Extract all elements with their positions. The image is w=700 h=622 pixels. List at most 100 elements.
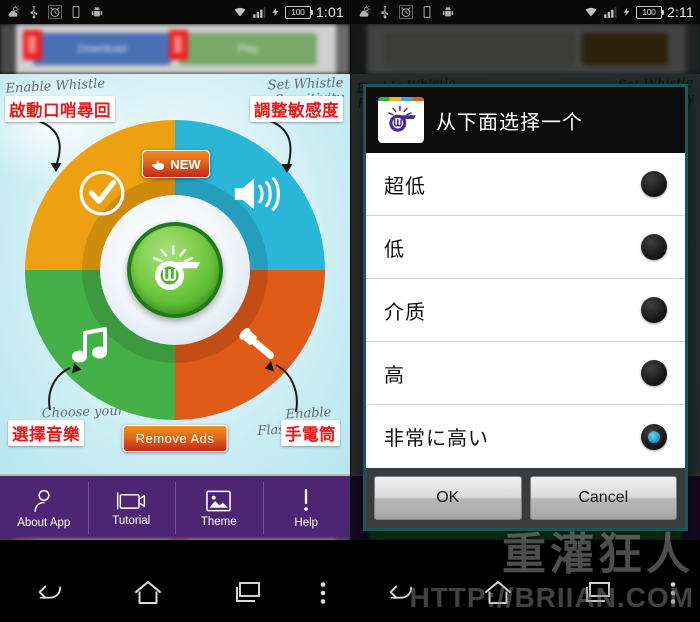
clock: 1:01 — [315, 4, 344, 20]
ad-play-label: Play — [237, 43, 259, 55]
ad-download-button[interactable]: Download — [23, 30, 171, 65]
charging-bolt-icon — [623, 7, 630, 17]
icon-color-strip — [378, 97, 424, 101]
dialog-option-row[interactable]: 超低 — [366, 153, 685, 216]
annotation-choose-sound: 選擇音樂 — [8, 420, 84, 446]
nav-back-button[interactable] — [0, 581, 99, 605]
toolbar-item-theme[interactable]: Theme — [175, 476, 263, 540]
top-ad-banner[interactable]: Download Play — [0, 24, 350, 74]
dual-phone-screenshot: 100 1:01 Download Play Enable Whistle Se… — [0, 0, 700, 622]
whistle-main-button[interactable] — [127, 222, 223, 318]
nav-recents-button[interactable] — [197, 581, 296, 605]
ad-flag-icon — [23, 30, 42, 60]
ad-flag-icon — [169, 30, 188, 60]
radio-button[interactable] — [641, 360, 667, 386]
radio-button[interactable] — [641, 234, 667, 260]
toolbar-item-about-app[interactable]: About App — [0, 476, 88, 540]
android-icon — [442, 6, 454, 17]
home-icon — [135, 581, 161, 604]
nav-back-button[interactable] — [351, 581, 449, 605]
option-label: 低 — [384, 238, 405, 261]
quadrant-choose-sound[interactable] — [69, 325, 113, 374]
quadrant-enable-whistle[interactable] — [77, 168, 127, 223]
cancel-button[interactable]: Cancel — [529, 476, 677, 520]
home-icon — [485, 581, 512, 604]
option-label: 介质 — [384, 301, 426, 324]
whistle-logo-icon — [152, 245, 201, 290]
speaker-icon — [234, 177, 280, 211]
toolbar-label: Tutorial — [112, 514, 151, 527]
bottom-toolbar: About App Tutorial Theme Help — [0, 474, 350, 540]
dialog-option-row[interactable]: 低 — [366, 216, 685, 279]
clock: 2:11 — [666, 4, 694, 20]
dialog-footer: OK Cancel — [366, 468, 685, 528]
nav-home-button[interactable] — [99, 580, 198, 606]
right-app-body: Enable Whistle Finder Set Whistle Sensit… — [351, 24, 700, 540]
battery-indicator: 100 — [635, 5, 665, 19]
whistle-wheel-area: Enable Whistle Finder Set Whistle Sensit… — [0, 74, 350, 474]
usb-icon — [381, 6, 389, 19]
right-status-bar: 100 2:11 — [351, 0, 700, 24]
android-icon — [91, 6, 103, 17]
quadrant-sensitivity[interactable] — [231, 172, 281, 221]
recents-icon — [585, 582, 610, 602]
picture-icon — [206, 490, 232, 511]
weather-icon — [8, 5, 20, 17]
ad-download-label: Download — [77, 43, 127, 55]
battery-level: 100 — [642, 7, 656, 17]
status-icons-right: 100 2:11 — [584, 4, 694, 20]
radio-button[interactable] — [641, 171, 667, 197]
dialog-header: 从下面选择一个 — [366, 87, 685, 153]
flashlight-icon — [239, 327, 275, 359]
dialog-option-list: 超低 低 介质 高 非常に高い — [366, 153, 685, 468]
option-label: 高 — [384, 364, 405, 387]
person-icon — [34, 489, 50, 512]
usb-icon — [30, 6, 38, 19]
nav-recents-button[interactable] — [548, 581, 646, 605]
wifi-icon — [234, 7, 246, 17]
exclamation-icon — [304, 488, 309, 511]
nav-overflow-button[interactable] — [646, 581, 700, 605]
right-phone-screen: 100 2:11 Enable Whistle Finder Set Whist… — [350, 0, 700, 622]
back-icon — [389, 585, 413, 599]
option-label: 非常に高い — [384, 428, 489, 450]
wifi-icon — [585, 7, 597, 17]
sim-icon — [423, 5, 431, 19]
left-app-body: Download Play Enable Whistle Finder Set … — [0, 24, 350, 540]
toolbar-item-help[interactable]: Help — [262, 476, 351, 540]
remove-ads-button[interactable]: Remove Ads — [122, 425, 228, 452]
left-status-bar: 100 1:01 — [0, 0, 350, 24]
toolbar-label: About App — [17, 516, 71, 529]
option-label: 超低 — [384, 175, 426, 198]
dialog-option-row[interactable]: 高 — [366, 342, 685, 405]
dialog-title: 从下面选择一个 — [436, 111, 583, 134]
toolbar-label: Help — [294, 516, 319, 529]
ad-edge-left — [0, 24, 16, 74]
weather-icon — [359, 5, 371, 17]
quadrant-flashlight[interactable] — [235, 323, 283, 372]
new-badge-button[interactable]: NEW — [142, 150, 210, 178]
sim-icon — [72, 5, 80, 19]
radio-button-selected[interactable] — [641, 423, 667, 450]
dialog-option-row[interactable]: 介质 — [366, 279, 685, 342]
nav-home-button[interactable] — [449, 580, 547, 606]
radio-button[interactable] — [641, 297, 667, 323]
signal-icon — [253, 7, 266, 18]
ad-edge-right — [336, 24, 350, 74]
whistle-app-icon — [378, 97, 424, 143]
toolbar-item-tutorial[interactable]: Tutorial — [87, 476, 176, 540]
recents-icon — [235, 582, 260, 602]
sensitivity-dialog: 从下面选择一个 超低 低 介质 高 非常に高い OK Cancel — [363, 84, 688, 531]
right-android-nav-bar — [351, 564, 700, 622]
ok-button[interactable]: OK — [374, 476, 522, 520]
dialog-option-row[interactable]: 非常に高い — [366, 405, 685, 468]
nav-overflow-button[interactable] — [296, 581, 350, 605]
annotation-flashlight: 手電筒 — [281, 420, 340, 446]
video-camera-icon — [117, 491, 146, 510]
ad-play-button[interactable]: Play — [169, 30, 317, 65]
overflow-menu-icon — [670, 582, 676, 604]
toolbar-label: Theme — [200, 515, 237, 528]
signal-icon — [604, 7, 617, 18]
pointing-hand-icon — [152, 160, 165, 170]
new-badge-label: NEW — [170, 156, 201, 172]
